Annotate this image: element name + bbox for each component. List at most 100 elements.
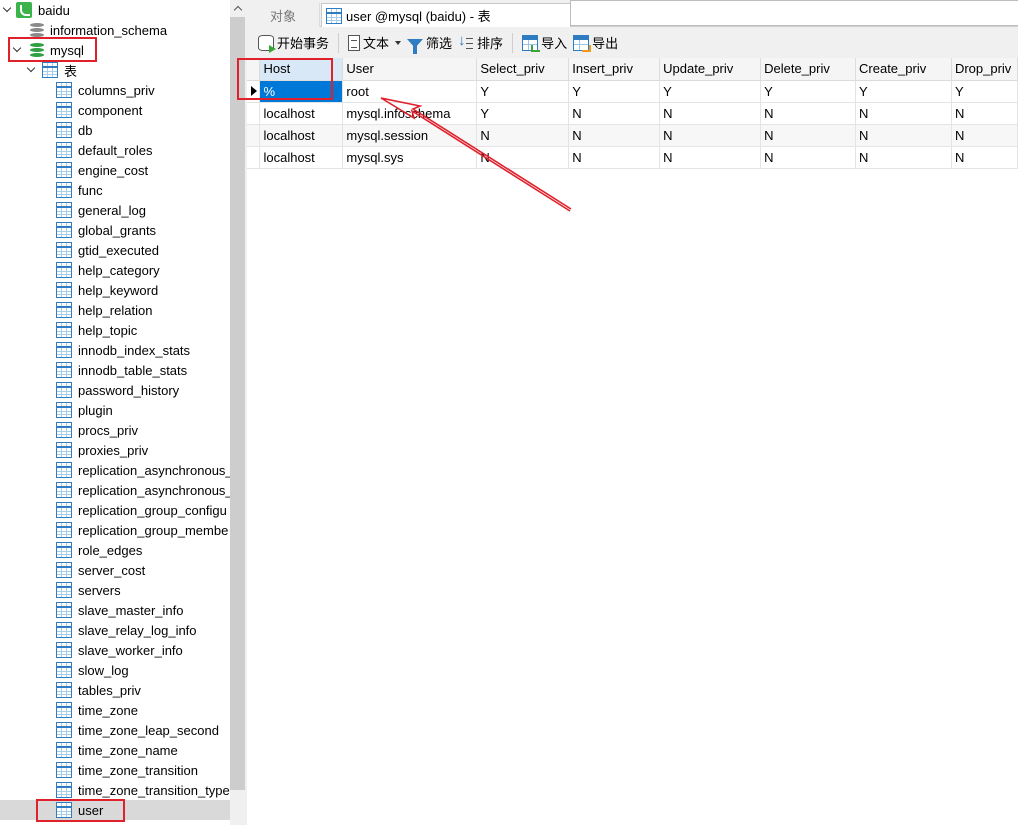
- table-row[interactable]: % root Y Y Y Y Y Y: [247, 80, 1018, 103]
- tree-table-item[interactable]: slave_relay_log_info: [0, 620, 230, 640]
- column-header-user[interactable]: User: [342, 58, 478, 81]
- tree-table-item[interactable]: slow_log: [0, 660, 230, 680]
- cell-user[interactable]: mysql.sys: [342, 146, 478, 169]
- tree-table-item[interactable]: replication_asynchronous_: [0, 480, 230, 500]
- cell-update-priv[interactable]: N: [659, 102, 762, 125]
- table-row[interactable]: localhost mysql.sys N N N N N N: [247, 146, 1018, 169]
- cell-create-priv[interactable]: N: [855, 146, 952, 169]
- tree-table-item[interactable]: time_zone_name: [0, 740, 230, 760]
- tree-table-item[interactable]: servers: [0, 580, 230, 600]
- dropdown-caret-icon[interactable]: [395, 40, 402, 45]
- column-header-delete-priv[interactable]: Delete_priv: [760, 58, 857, 81]
- cell-drop-priv[interactable]: N: [951, 146, 1018, 169]
- chevron-down-icon[interactable]: [2, 4, 14, 16]
- tree-table-item[interactable]: global_grants: [0, 220, 230, 240]
- column-header-drop-priv[interactable]: Drop_priv: [951, 58, 1018, 81]
- tree-table-item[interactable]: time_zone: [0, 700, 230, 720]
- tree-table-item[interactable]: slave_worker_info: [0, 640, 230, 660]
- cell-delete-priv[interactable]: N: [760, 102, 857, 125]
- tree-table-item[interactable]: help_category: [0, 260, 230, 280]
- cell-delete-priv[interactable]: N: [760, 124, 857, 147]
- tree-table-item[interactable]: role_edges: [0, 540, 230, 560]
- tree-table-item[interactable]: proxies_priv: [0, 440, 230, 460]
- cell-host[interactable]: %: [259, 80, 344, 103]
- table-row[interactable]: localhost mysql.session N N N N N N: [247, 124, 1018, 147]
- chevron-down-icon[interactable]: [26, 64, 38, 76]
- tree-table-item[interactable]: innodb_index_stats: [0, 340, 230, 360]
- tree-table-item[interactable]: columns_priv: [0, 80, 230, 100]
- tree-table-item[interactable]: component: [0, 100, 230, 120]
- cell-drop-priv[interactable]: N: [951, 124, 1018, 147]
- tree-table-item[interactable]: func: [0, 180, 230, 200]
- column-header-host[interactable]: Host: [259, 58, 344, 81]
- cell-insert-priv[interactable]: Y: [568, 80, 661, 103]
- column-header-update-priv[interactable]: Update_priv: [659, 58, 762, 81]
- tree-table-item[interactable]: engine_cost: [0, 160, 230, 180]
- cell-drop-priv[interactable]: Y: [951, 80, 1018, 103]
- tree-table-item[interactable]: slave_master_info: [0, 600, 230, 620]
- cell-drop-priv[interactable]: N: [951, 102, 1018, 125]
- tree-table-item[interactable]: user: [0, 800, 230, 820]
- tree-table-item[interactable]: tables_priv: [0, 680, 230, 700]
- cell-user[interactable]: mysql.session: [342, 124, 478, 147]
- tree-table-item[interactable]: plugin: [0, 400, 230, 420]
- cell-select-priv[interactable]: Y: [476, 80, 570, 103]
- tree-table-item[interactable]: password_history: [0, 380, 230, 400]
- text-button[interactable]: 文本: [345, 32, 404, 54]
- cell-user[interactable]: root: [342, 80, 478, 103]
- begin-transaction-button[interactable]: 开始事务: [255, 32, 332, 54]
- cell-delete-priv[interactable]: Y: [760, 80, 857, 103]
- tree-table-item[interactable]: db: [0, 120, 230, 140]
- sidebar-scrollbar[interactable]: [230, 0, 247, 825]
- cell-host[interactable]: localhost: [259, 124, 344, 147]
- cell-update-priv[interactable]: N: [659, 124, 762, 147]
- row-marker[interactable]: [247, 146, 261, 169]
- tree-table-item[interactable]: innodb_table_stats: [0, 360, 230, 380]
- cell-create-priv[interactable]: N: [855, 124, 952, 147]
- tree-table-item[interactable]: default_roles: [0, 140, 230, 160]
- tree-connection-baidu[interactable]: baidu: [0, 0, 230, 20]
- tree-table-item[interactable]: help_relation: [0, 300, 230, 320]
- cell-update-priv[interactable]: N: [659, 146, 762, 169]
- cell-select-priv[interactable]: N: [476, 124, 570, 147]
- sort-button[interactable]: 排序: [455, 32, 506, 54]
- scroll-up-arrow-icon[interactable]: [230, 0, 247, 17]
- tree-table-item[interactable]: procs_priv: [0, 420, 230, 440]
- row-marker[interactable]: [247, 80, 261, 103]
- cell-host[interactable]: localhost: [259, 146, 344, 169]
- cell-create-priv[interactable]: N: [855, 102, 952, 125]
- tree-db-information-schema[interactable]: information_schema: [0, 20, 230, 40]
- cell-select-priv[interactable]: N: [476, 146, 570, 169]
- tree-table-item[interactable]: time_zone_transition_type: [0, 780, 230, 800]
- column-header-create-priv[interactable]: Create_priv: [855, 58, 952, 81]
- tree-table-item[interactable]: replication_asynchronous_: [0, 460, 230, 480]
- cell-create-priv[interactable]: Y: [855, 80, 952, 103]
- column-header-select-priv[interactable]: Select_priv: [476, 58, 570, 81]
- import-button[interactable]: 导入: [519, 32, 570, 54]
- tree-table-item[interactable]: time_zone_transition: [0, 760, 230, 780]
- tree-table-item[interactable]: general_log: [0, 200, 230, 220]
- tree-db-mysql[interactable]: mysql: [0, 40, 230, 60]
- cell-insert-priv[interactable]: N: [568, 146, 661, 169]
- table-row[interactable]: localhost mysql.infoschema Y N N N N N: [247, 102, 1018, 125]
- column-header-insert-priv[interactable]: Insert_priv: [568, 58, 661, 81]
- filter-button[interactable]: 筛选: [404, 32, 455, 54]
- tab-user-table[interactable]: user @mysql (baidu) - 表: [321, 3, 571, 27]
- cell-insert-priv[interactable]: N: [568, 124, 661, 147]
- cell-host[interactable]: localhost: [259, 102, 344, 125]
- cell-select-priv[interactable]: Y: [476, 102, 570, 125]
- tree-table-item[interactable]: time_zone_leap_second: [0, 720, 230, 740]
- tree-table-item[interactable]: replication_group_membe: [0, 520, 230, 540]
- tree-table-item[interactable]: help_keyword: [0, 280, 230, 300]
- tree-table-item[interactable]: server_cost: [0, 560, 230, 580]
- export-button[interactable]: 导出: [570, 32, 621, 54]
- row-marker[interactable]: [247, 102, 261, 125]
- scroll-thumb[interactable]: [230, 17, 245, 790]
- tree-tables-group[interactable]: 表: [0, 60, 230, 80]
- tree-table-item[interactable]: gtid_executed: [0, 240, 230, 260]
- tree-table-item[interactable]: help_topic: [0, 320, 230, 340]
- tab-objects[interactable]: 对象: [247, 3, 320, 27]
- row-marker[interactable]: [247, 124, 261, 147]
- cell-update-priv[interactable]: Y: [659, 80, 762, 103]
- cell-delete-priv[interactable]: N: [760, 146, 857, 169]
